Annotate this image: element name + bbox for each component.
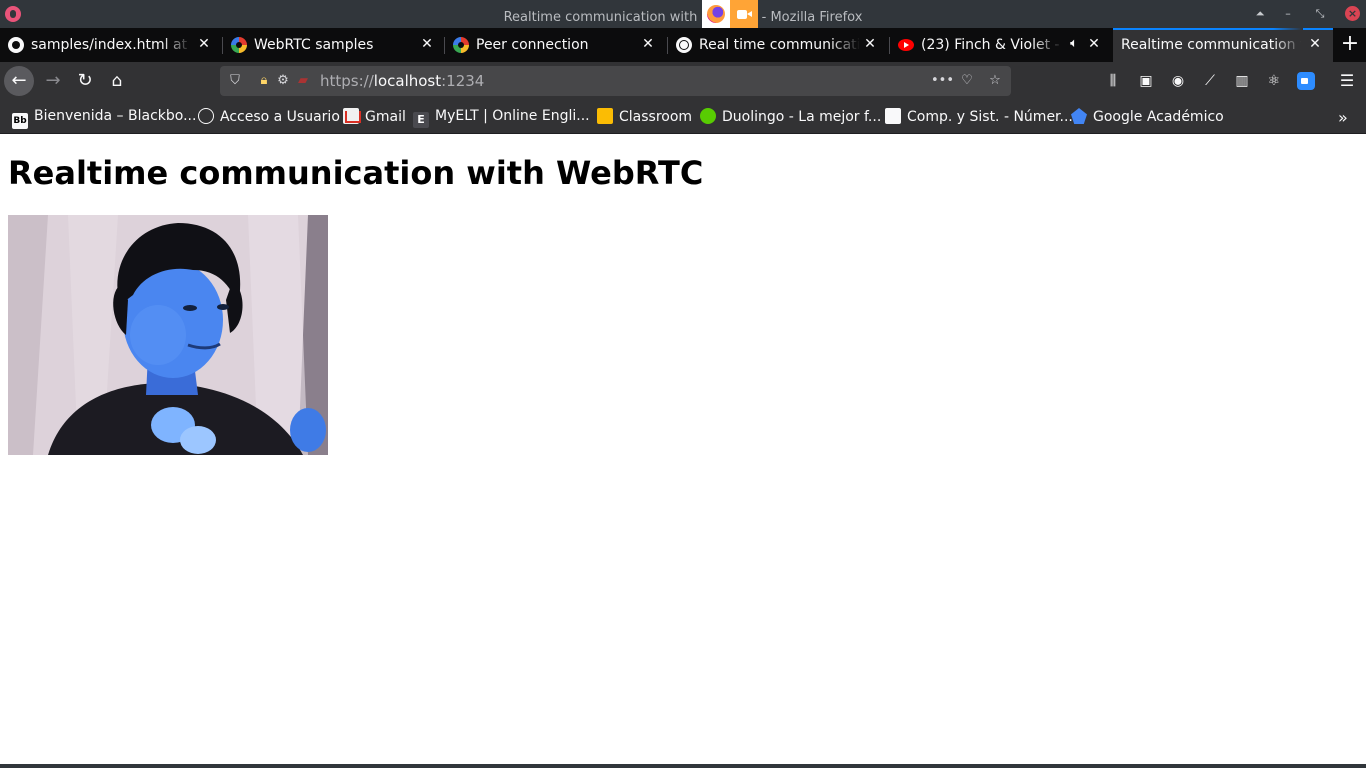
tab-realtime-communication-active[interactable]: Realtime communication wi ✕ — [1113, 28, 1333, 62]
window-title: Realtime communication with - Mozilla Fi… — [0, 0, 1366, 28]
new-tab-button[interactable]: + — [1339, 28, 1361, 62]
bookmark-gmail[interactable]: Gmail — [343, 108, 406, 126]
library-icon[interactable]: ⫼ — [1104, 72, 1122, 90]
bookmark-star-icon[interactable]: ☆ — [987, 73, 1003, 89]
insecure-lock-warning-icon[interactable]: 🔒︎ — [256, 73, 272, 89]
close-tab-icon[interactable]: ✕ — [196, 36, 212, 52]
bookmarks-overflow-chevron-icon[interactable]: » — [1338, 108, 1348, 127]
blackboard-icon: Bb — [12, 113, 28, 129]
close-tab-icon[interactable]: ✕ — [1086, 36, 1102, 52]
webcam-frame — [8, 215, 328, 455]
navigation-toolbar: ← → ↻ ⌂ ⛉ 🔒︎ ⚙ ▰ https://localhost:1234 … — [0, 62, 1366, 100]
tracking-protection-shield-icon[interactable]: ⛉ — [227, 73, 243, 89]
close-tab-icon[interactable]: ✕ — [1307, 36, 1323, 52]
tab-github-samples[interactable]: samples/index.html at gi ✕ — [0, 28, 222, 62]
myelt-icon: E — [413, 112, 429, 128]
window-title-prefix: Realtime communication with — [503, 9, 698, 25]
tab-real-time-communication[interactable]: Real time communicatio ✕ — [668, 28, 889, 62]
tab-peer-connection[interactable]: Peer connection ✕ — [445, 28, 667, 62]
permissions-icon[interactable]: ⚙ — [275, 73, 291, 89]
tab-label: Peer connection — [476, 37, 589, 53]
pocket-icon[interactable]: ♡ — [959, 73, 975, 89]
bookmark-classroom[interactable]: Classroom — [597, 108, 692, 126]
webrtc-icon — [231, 37, 247, 53]
camera-blocked-icon[interactable]: ▰ — [295, 73, 311, 89]
eyedropper-icon[interactable]: ⟋ — [1201, 72, 1219, 90]
tab-label: WebRTC samples — [254, 37, 374, 53]
firefox-icon — [701, 0, 730, 28]
tab-youtube-finch-violet[interactable]: (23) Finch & Violet - Be 🔈︎ ✕ — [890, 28, 1112, 62]
url-text[interactable]: https://localhost:1234 — [320, 72, 484, 90]
page-actions-menu-icon[interactable]: ••• — [931, 73, 954, 89]
sidebar-icon[interactable]: ▣ — [1137, 72, 1155, 90]
react-devtools-icon[interactable]: ⚛ — [1265, 72, 1283, 90]
github-icon — [8, 37, 24, 53]
bookmark-blackboard[interactable]: Bb Bienvenida – Blackbo... — [12, 108, 196, 129]
page-heading: Realtime communication with WebRTC — [8, 154, 704, 192]
globe-icon — [676, 37, 692, 53]
bookmark-duolingo[interactable]: Duolingo - La mejor f... — [700, 108, 881, 126]
camera-sharing-icon — [729, 0, 758, 28]
window-close-icon[interactable]: × — [1345, 6, 1360, 21]
zoom-extension-icon[interactable] — [1297, 72, 1315, 90]
extension-grid-icon[interactable]: ▥ — [1233, 72, 1251, 90]
bookmark-comp-sist[interactable]: Comp. y Sist. - Númer... — [885, 108, 1073, 126]
bookmarks-toolbar: Bb Bienvenida – Blackbo... Acceso a Usuar… — [0, 100, 1366, 134]
window-titlebar: Realtime communication with - Mozilla Fi… — [0, 0, 1366, 28]
close-tab-icon[interactable]: ✕ — [419, 36, 435, 52]
gmail-icon — [343, 108, 361, 124]
keep-above-icon[interactable]: ⏶ — [1253, 7, 1267, 21]
bookmark-google-academico[interactable]: Google Académico — [1071, 108, 1224, 126]
document-icon — [885, 108, 901, 124]
scholar-icon — [1071, 108, 1087, 124]
speaker-icon[interactable]: 🔈︎ — [1066, 36, 1082, 52]
back-button[interactable]: ← — [4, 66, 34, 96]
local-video[interactable] — [8, 215, 328, 455]
classroom-icon — [597, 108, 613, 124]
home-button[interactable]: ⌂ — [102, 66, 132, 96]
restore-icon[interactable]: ⤡ — [1313, 7, 1327, 21]
hamburger-menu-icon[interactable]: ☰ — [1338, 72, 1356, 90]
bookmark-acceso-usuario[interactable]: Acceso a Usuario — [198, 108, 340, 126]
close-tab-icon[interactable]: ✕ — [862, 36, 878, 52]
account-icon[interactable]: ◉ — [1169, 72, 1187, 90]
bookmark-myelt[interactable]: E MyELT | Online Engli... — [413, 108, 590, 128]
minimize-icon[interactable]: – — [1281, 7, 1295, 21]
close-tab-icon[interactable]: ✕ — [640, 36, 656, 52]
duolingo-icon — [700, 108, 716, 124]
reload-button[interactable]: ↻ — [70, 66, 100, 96]
forward-button[interactable]: → — [38, 66, 68, 96]
url-bar[interactable]: ⛉ 🔒︎ ⚙ ▰ https://localhost:1234 ••• ♡ ☆ — [220, 66, 1011, 96]
tab-strip: samples/index.html at gi ✕ WebRTC sample… — [0, 28, 1366, 62]
taskbar-edge — [0, 764, 1366, 768]
youtube-icon — [898, 39, 914, 51]
globe-icon — [198, 108, 214, 124]
tab-webrtc-samples[interactable]: WebRTC samples ✕ — [223, 28, 444, 62]
window-title-suffix: - Mozilla Firefox — [761, 9, 863, 25]
page-content: Realtime communication with WebRTC — [0, 134, 1366, 764]
webrtc-icon — [453, 37, 469, 53]
